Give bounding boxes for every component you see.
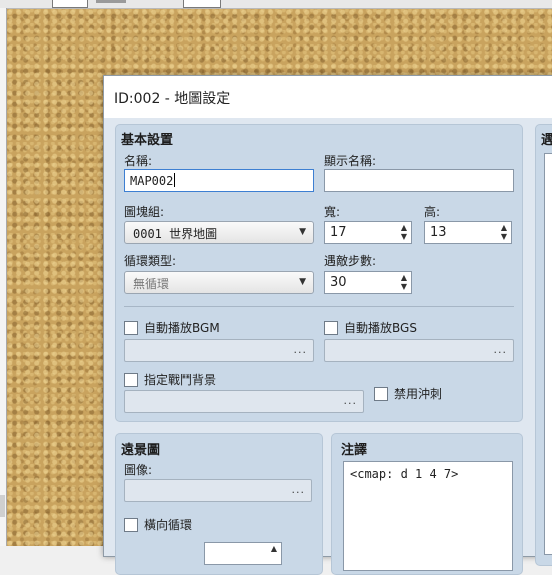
checkbox-box[interactable] [124,320,138,335]
spin-down-icon[interactable]: ▼ [401,283,407,291]
checkbox-box[interactable] [374,386,388,401]
autoplay-bgm-label: 自動播放BGM [144,321,220,335]
encounter-steps-spinner[interactable]: 30 ▲ ▼ [324,271,412,294]
battleback-checkbox[interactable]: 指定戰鬥背景 [124,371,216,388]
ellipsis-icon: ... [293,343,307,356]
tileset-select[interactable]: 0001 世界地圖 ▼ [124,221,314,244]
autoplay-bgm-checkbox[interactable]: 自動播放BGM [124,319,220,336]
bgs-picker[interactable]: ... [324,339,514,362]
encounter-panel: 遇 [535,124,552,566]
loop-horizontal-label: 橫向循環 [144,518,193,532]
text-caret [174,173,176,187]
parallax-title: 遠景圖 [121,443,161,458]
width-label: 寬: [324,205,341,219]
divider [124,306,514,307]
tileset-label: 圖塊組: [124,205,165,219]
spin-up-icon[interactable]: ▲ [501,224,507,232]
disable-dash-label: 禁用沖刺 [394,387,443,401]
note-text: <cmap: d 1 4 7> [350,467,459,481]
loop-horizontal-checkbox[interactable]: 橫向循環 [124,516,192,533]
encounter-panel-title: 遇 [541,133,552,148]
autoplay-bgs-checkbox[interactable]: 自動播放BGS [324,319,417,336]
name-label: 名稱: [124,154,153,168]
name-input[interactable]: MAP002 [124,169,314,192]
width-value: 17 [330,225,347,240]
display-name-input[interactable] [324,169,514,192]
encounter-steps-value: 30 [330,275,347,290]
checkbox-box[interactable] [124,517,138,532]
basic-settings-title: 基本設置 [121,133,174,148]
ellipsis-icon: ... [291,483,305,496]
display-name-label: 顯示名稱: [324,154,377,168]
tileset-value: 0001 世界地圖 [133,227,218,241]
checkbox-box[interactable] [324,320,338,335]
scroll-spinner[interactable]: ▲ [204,542,282,565]
disable-dash-checkbox[interactable]: 禁用沖刺 [374,385,442,402]
encounter-steps-label: 遇敵步數: [324,254,377,268]
parallax-image-picker[interactable]: ... [124,479,312,502]
loop-type-value: 無循環 [133,277,170,291]
autoplay-bgs-label: 自動播放BGS [344,321,417,335]
chevron-down-icon: ▼ [299,227,306,237]
chevron-down-icon: ▼ [299,277,306,287]
width-spinner[interactable]: 17 ▲ ▼ [324,221,412,244]
basic-settings-group: 基本設置 名稱: MAP002 顯示名稱: 圖塊組: 0001 世界地圖 ▼ 寬… [115,124,523,422]
map-list-panel-edge [0,8,7,546]
name-input-value: MAP002 [130,174,174,188]
spin-down-icon[interactable]: ▼ [501,233,507,241]
spin-up-icon[interactable]: ▲ [271,545,277,553]
bgm-picker[interactable]: ... [124,339,314,362]
toolbar-button[interactable] [183,0,221,8]
ellipsis-icon: ... [493,343,507,356]
scrollbar-thumb[interactable] [0,495,5,517]
map-settings-dialog: ID:002 - 地圖設定 基本設置 名稱: MAP002 顯示名稱: 圖塊組:… [103,75,552,575]
ellipsis-icon: ... [343,394,357,407]
loop-type-label: 循環類型: [124,254,177,268]
battleback-picker[interactable]: ... [124,390,364,413]
battleback-label: 指定戰鬥背景 [144,373,217,387]
toolbar-divider [96,0,126,3]
toolbar-button[interactable] [52,0,88,8]
note-group: 注譯 <cmap: d 1 4 7> [331,433,523,575]
height-spinner[interactable]: 13 ▲ ▼ [424,221,512,244]
spin-down-icon[interactable]: ▼ [401,233,407,241]
dialog-titlebar: ID:002 - 地圖設定 [104,76,552,118]
note-title: 注譯 [341,443,368,458]
height-label: 高: [424,205,441,219]
dialog-body: 基本設置 名稱: MAP002 顯示名稱: 圖塊組: 0001 世界地圖 ▼ 寬… [104,118,552,575]
loop-type-select[interactable]: 無循環 ▼ [124,271,314,294]
spin-up-icon[interactable]: ▲ [401,224,407,232]
parallax-group: 遠景圖 圖像: ... 橫向循環 ▲ [115,433,323,575]
checkbox-box[interactable] [124,372,138,387]
dialog-title: ID:002 - 地圖設定 [114,91,231,107]
parallax-image-label: 圖像: [124,463,153,477]
note-textarea[interactable]: <cmap: d 1 4 7> [343,461,513,571]
spin-up-icon[interactable]: ▲ [401,274,407,282]
encounter-list[interactable] [544,153,552,555]
height-value: 13 [430,225,447,240]
toolbar [0,0,552,9]
